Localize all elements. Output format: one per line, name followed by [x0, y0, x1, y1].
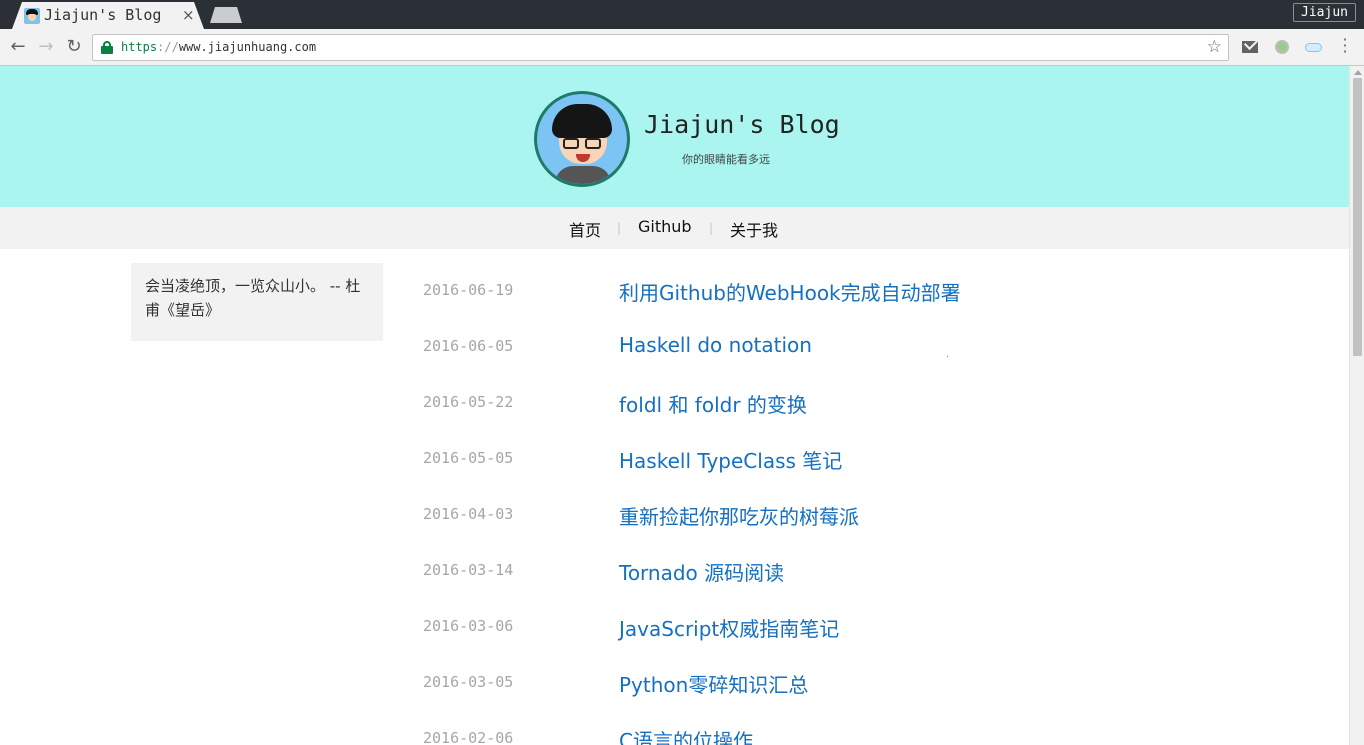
main-nav: 首页 | Github | 关于我: [0, 207, 1349, 249]
vertical-scrollbar[interactable]: [1349, 66, 1364, 745]
tab-title: Jiajun's Blog: [44, 6, 162, 24]
post-title-link[interactable]: 利用Github的WebHook完成自动部署: [619, 277, 961, 306]
post-date: 2016-04-03: [423, 505, 514, 523]
post-title-link[interactable]: Haskell do notation: [619, 333, 812, 357]
menu-icon[interactable]: · · ·: [1340, 32, 1350, 60]
nav-github[interactable]: Github: [638, 217, 692, 236]
avatar[interactable]: [534, 91, 630, 187]
bookmark-star-icon[interactable]: ☆: [1207, 37, 1222, 57]
post-item: 2016-03-14 Tornado 源码阅读: [0, 546, 1349, 602]
lock-icon: [101, 41, 113, 54]
url-text: https://www.jiajunhuang.com: [121, 40, 317, 54]
nav-about[interactable]: 关于我: [730, 217, 778, 241]
scrollbar-thumb[interactable]: [1353, 78, 1362, 356]
post-date: 2016-06-05: [423, 337, 514, 355]
forward-icon[interactable]: →: [36, 37, 56, 57]
post-date: 2016-02-06: [423, 729, 514, 745]
post-item: 2016-04-03 重新捡起你那吃灰的树莓派: [0, 490, 1349, 546]
post-item: 2016-03-05 Python零碎知识汇总: [0, 658, 1349, 714]
nav-home[interactable]: 首页: [569, 217, 601, 241]
browser-toolbar: ← → ↻ https://www.jiajunhuang.com ☆ · · ·: [0, 29, 1364, 66]
post-date: 2016-06-19: [423, 281, 514, 299]
post-title-link[interactable]: JavaScript权威指南笔记: [619, 613, 839, 642]
scroll-up-arrow-icon[interactable]: [1354, 70, 1362, 75]
post-date: 2016-03-06: [423, 617, 514, 635]
profile-button[interactable]: Jiajun: [1293, 3, 1356, 22]
post-date: 2016-05-05: [423, 449, 514, 467]
cloud-icon[interactable]: [1305, 39, 1322, 55]
post-title-link[interactable]: foldl 和 foldr 的变换: [619, 389, 807, 418]
post-title-link[interactable]: Python零碎知识汇总: [619, 669, 808, 698]
post-item: 2016-06-05 Haskell do notation: [0, 322, 1349, 378]
post-item: 2016-03-06 JavaScript权威指南笔记: [0, 602, 1349, 658]
post-item: 2016-06-19 利用Github的WebHook完成自动部署: [0, 266, 1349, 322]
blog-title[interactable]: Jiajun's Blog: [644, 110, 840, 139]
back-icon[interactable]: ←: [8, 37, 28, 57]
page-viewport: Jiajun's Blog 你的眼睛能看多远 首页 | Github | 关于我…: [0, 66, 1349, 745]
post-title-link[interactable]: 重新捡起你那吃灰的树莓派: [619, 501, 859, 530]
post-date: 2016-03-14: [423, 561, 514, 579]
address-bar[interactable]: https://www.jiajunhuang.com ☆: [92, 34, 1229, 61]
post-title-link[interactable]: Haskell TypeClass 笔记: [619, 445, 842, 474]
nav-separator: |: [709, 221, 714, 235]
post-item: 2016-05-05 Haskell TypeClass 笔记: [0, 434, 1349, 490]
blog-subtitle: 你的眼睛能看多远: [682, 153, 770, 166]
post-title-link[interactable]: Tornado 源码阅读: [619, 557, 784, 586]
post-item: 2016-05-22 foldl 和 foldr 的变换: [0, 378, 1349, 434]
extension-icon[interactable]: [1274, 39, 1290, 55]
favicon-icon: [24, 8, 40, 24]
browser-tab-strip: Jiajun's Blog × Jiajun: [0, 0, 1364, 29]
mail-icon[interactable]: [1242, 39, 1258, 55]
new-tab-button[interactable]: [210, 7, 242, 23]
blog-header: Jiajun's Blog 你的眼睛能看多远: [0, 66, 1349, 207]
post-date: 2016-03-05: [423, 673, 514, 691]
reload-icon[interactable]: ↻: [64, 37, 84, 57]
tab-close-icon[interactable]: ×: [182, 6, 195, 24]
post-date: 2016-05-22: [423, 393, 514, 411]
browser-tab[interactable]: Jiajun's Blog ×: [12, 2, 204, 29]
post-item: 2016-02-06 C语言的位操作: [0, 714, 1349, 745]
nav-separator: |: [617, 221, 622, 235]
post-title-link[interactable]: C语言的位操作: [619, 725, 753, 745]
